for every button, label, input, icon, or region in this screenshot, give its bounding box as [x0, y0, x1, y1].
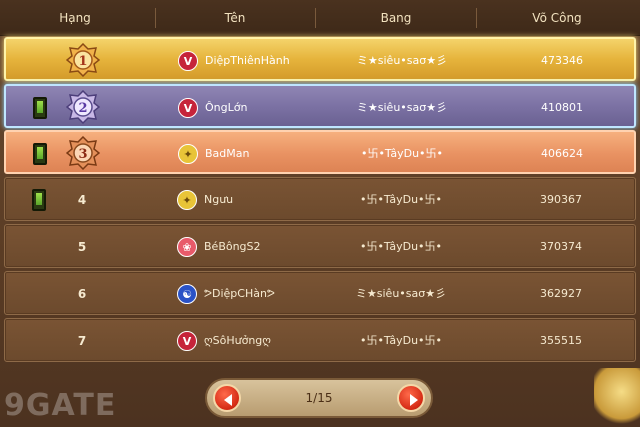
rank-silver-medal-icon: 2 [66, 90, 100, 124]
power-column-header: Võ Công [532, 11, 582, 25]
rank-number: 4 [77, 193, 87, 207]
player-name[interactable]: Ngưu [204, 178, 233, 222]
guild-name: •卐•TâyDu•卐• [360, 147, 444, 160]
rank-number: 6 [77, 287, 87, 301]
class-emblem-icon: ❀ [177, 237, 197, 257]
ranking-row-2[interactable]: 2 Ⅴ ÔngLớn ミ★siêu•saσ★彡 410801 [4, 84, 636, 128]
class-emblem-icon: ☯ [177, 284, 197, 304]
name-column-header: Tên [224, 11, 246, 25]
svg-text:2: 2 [78, 101, 87, 116]
guild-name: ミ★siêu•saσ★彡 [356, 54, 448, 67]
mobile-phone-icon [33, 97, 47, 119]
power-value: 355515 [540, 334, 582, 347]
player-name[interactable]: ÔngLớn [205, 86, 247, 130]
class-emblem-icon: Ⅴ [177, 331, 197, 351]
rank-gold-medal-icon: 1 [66, 43, 100, 77]
ranking-row-6[interactable]: 6 ☯ ᕗDiệpCHànᕗ ミ★siêu•saσ★彡 362927 [4, 271, 636, 315]
player-name[interactable]: BadMan [205, 132, 249, 176]
rank-number: 5 [77, 240, 87, 254]
svg-text:3: 3 [78, 147, 87, 162]
ranking-row-3[interactable]: 3 ✦ BadMan •卐•TâyDu•卐• 406624 [4, 130, 636, 174]
class-emblem-icon: Ⅴ [178, 98, 198, 118]
guild-name: •卐•TâyDu•卐• [359, 334, 443, 347]
class-emblem-icon: ✦ [177, 190, 197, 210]
power-value: 390367 [540, 193, 582, 206]
rank-column-header: Hạng [59, 11, 91, 25]
pagination: 1/15 [205, 378, 433, 418]
guild-name: ミ★siêu•saσ★彡 [355, 287, 447, 300]
guild-name: •卐•TâyDu•卐• [359, 240, 443, 253]
ranking-row-7[interactable]: 7 Ⅴ ღSôHưởngღ •卐•TâyDu•卐• 355515 [4, 318, 636, 362]
power-value: 406624 [541, 147, 583, 160]
class-emblem-icon: ✦ [178, 144, 198, 164]
rank-bronze-medal-icon: 3 [66, 136, 100, 170]
player-name[interactable]: DiệpThiênHành [205, 39, 290, 83]
class-emblem-icon: Ⅴ [178, 51, 198, 71]
power-value: 410801 [541, 101, 583, 114]
player-name[interactable]: ᕗDiệpCHànᕗ [204, 272, 275, 316]
previous-page-button[interactable] [213, 384, 241, 412]
ranking-header: Hạng Tên Bang Võ Công [0, 0, 640, 36]
power-value: 362927 [540, 287, 582, 300]
power-value: 473346 [541, 54, 583, 67]
rank-number: 7 [77, 334, 87, 348]
next-page-button[interactable] [397, 384, 425, 412]
mobile-phone-icon [33, 143, 47, 165]
player-name[interactable]: ღSôHưởngღ [204, 319, 271, 363]
ranking-row-4[interactable]: 4 ✦ Ngưu •卐•TâyDu•卐• 390367 [4, 177, 636, 221]
arrow-left-icon [224, 394, 232, 406]
watermark-logo: 9GATE [4, 388, 117, 423]
arrow-right-icon [410, 394, 418, 406]
ranking-row-1[interactable]: 1 Ⅴ DiệpThiênHành ミ★siêu•saσ★彡 473346 [4, 37, 636, 81]
power-value: 370374 [540, 240, 582, 253]
player-name[interactable]: BéBôngS2 [204, 225, 261, 269]
guild-name: •卐•TâyDu•卐• [359, 193, 443, 206]
guild-column-header: Bang [380, 11, 412, 25]
svg-text:1: 1 [78, 54, 87, 69]
page-indicator: 1/15 [305, 391, 333, 405]
flower-decoration [594, 368, 640, 427]
mobile-phone-icon [32, 189, 46, 211]
ranking-row-5[interactable]: 5 ❀ BéBôngS2 •卐•TâyDu•卐• 370374 [4, 224, 636, 268]
guild-name: ミ★siêu•saσ★彡 [356, 101, 448, 114]
